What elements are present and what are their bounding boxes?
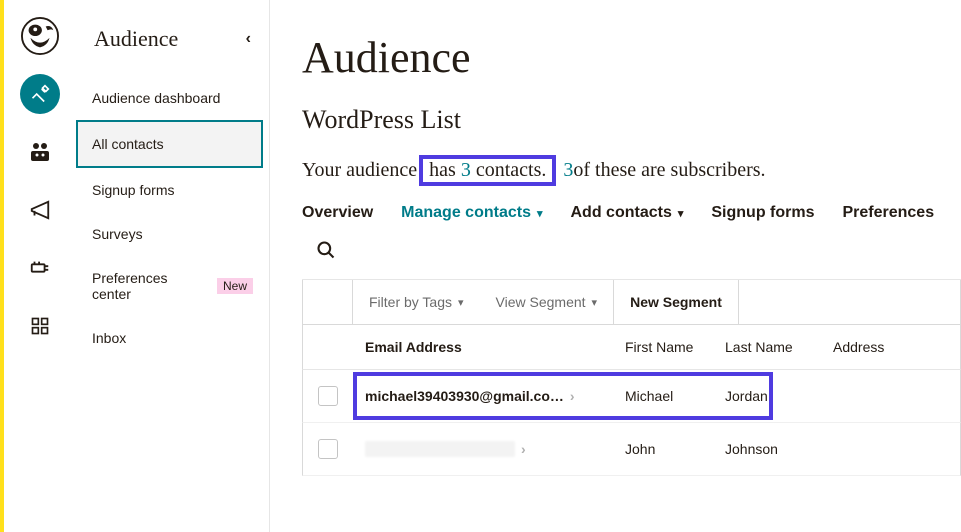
- chevron-down-icon: ▾: [678, 207, 684, 220]
- sidebar-item-preferences-center[interactable]: Preferences center New: [76, 256, 269, 316]
- rail-create-icon[interactable]: [20, 74, 60, 114]
- column-first-name[interactable]: First Name: [613, 325, 713, 369]
- search-icon[interactable]: [316, 247, 336, 264]
- page-title: Audience: [302, 32, 961, 83]
- view-segment[interactable]: View Segment▾: [480, 280, 615, 324]
- sidebar-item-all-contacts[interactable]: All contacts: [76, 120, 263, 168]
- audience-summary: Your audience has 3 contacts. 3 of these…: [302, 155, 961, 186]
- rail-audience-icon[interactable]: [20, 132, 60, 172]
- cell-last-name: Jordan: [713, 372, 821, 420]
- highlight-contacts-count: has 3 contacts.: [419, 155, 556, 186]
- menu-signup-forms[interactable]: Signup forms: [711, 204, 814, 222]
- sidebar-title: Audience: [94, 26, 178, 52]
- table-row[interactable]: › John Johnson: [302, 423, 961, 476]
- table-row[interactable]: michael39403930@gmail.co…› Michael Jorda…: [302, 370, 961, 423]
- chevron-right-icon: ›: [521, 441, 526, 457]
- menu-preferences[interactable]: Preferences: [842, 204, 934, 222]
- toolbar-leading-cell: [303, 280, 353, 324]
- table-header-row: Email Address First Name Last Name Addre…: [302, 325, 961, 370]
- filter-by-tags[interactable]: Filter by Tags▾: [353, 280, 480, 324]
- chevron-down-icon: ▾: [537, 207, 543, 220]
- sidebar-item-inbox[interactable]: Inbox: [76, 316, 269, 360]
- cell-first-name: Michael: [613, 372, 713, 420]
- audience-menu: Overview Manage contacts▾ Add contacts▾ …: [302, 204, 961, 222]
- cell-last-name: Johnson: [713, 425, 821, 473]
- chevron-down-icon: ▾: [458, 296, 464, 309]
- collapse-icon[interactable]: ‹: [246, 30, 251, 48]
- logo-icon[interactable]: [20, 16, 60, 56]
- new-segment-button[interactable]: New Segment: [614, 280, 739, 324]
- column-email[interactable]: Email Address: [353, 325, 613, 369]
- redacted-email: [365, 441, 515, 457]
- main-content: Audience WordPress List Your audience ha…: [270, 0, 961, 532]
- row-checkbox[interactable]: [318, 439, 338, 459]
- sidebar-item-dashboard[interactable]: Audience dashboard: [76, 76, 269, 120]
- menu-overview[interactable]: Overview: [302, 204, 373, 222]
- column-address[interactable]: Address: [821, 325, 921, 369]
- chevron-down-icon: ▾: [592, 296, 598, 309]
- sidebar-item-surveys[interactable]: Surveys: [76, 212, 269, 256]
- cell-email[interactable]: michael39403930@gmail.co…›: [353, 372, 613, 420]
- icon-rail: [4, 0, 76, 532]
- rail-automations-icon[interactable]: [20, 248, 60, 288]
- cell-first-name: John: [613, 425, 713, 473]
- subscribers-count-link[interactable]: 3: [563, 159, 573, 182]
- sidebar: Audience ‹ Audience dashboard All contac…: [76, 0, 270, 532]
- cell-email[interactable]: ›: [353, 425, 613, 473]
- rail-apps-icon[interactable]: [20, 306, 60, 346]
- rail-campaigns-icon[interactable]: [20, 190, 60, 230]
- list-title: WordPress List: [302, 105, 961, 135]
- menu-manage-contacts[interactable]: Manage contacts▾: [401, 204, 542, 222]
- chevron-right-icon: ›: [570, 388, 575, 404]
- sidebar-item-signup-forms[interactable]: Signup forms: [76, 168, 269, 212]
- menu-add-contacts[interactable]: Add contacts▾: [571, 204, 684, 222]
- contacts-table: Filter by Tags▾ View Segment▾ New Segmen…: [302, 280, 961, 476]
- row-checkbox[interactable]: [318, 386, 338, 406]
- new-badge: New: [217, 278, 253, 294]
- column-last-name[interactable]: Last Name: [713, 325, 821, 369]
